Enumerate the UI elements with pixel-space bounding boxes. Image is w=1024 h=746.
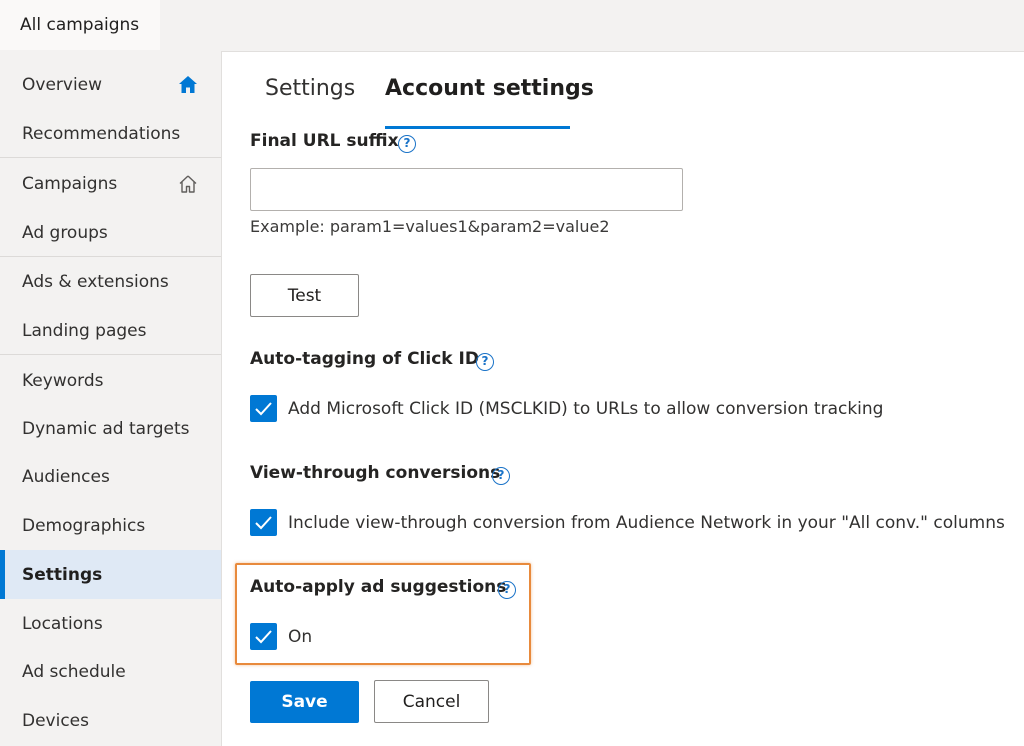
nav-divider (0, 157, 221, 158)
sidebar-item-label: Landing pages (22, 320, 147, 341)
sidebar-item-devices[interactable]: Devices (0, 696, 221, 745)
view-through-label: View-through conversions (250, 463, 501, 483)
cancel-button-label: Cancel (402, 691, 461, 712)
scope-label: All campaigns (20, 15, 140, 35)
top-bar: All campaigns (0, 0, 1024, 52)
sidebar-item-label: Recommendations (22, 123, 181, 144)
checkmark-icon (255, 516, 272, 530)
view-through-checkbox-label: Include view-through conversion from Aud… (288, 513, 1005, 533)
help-icon[interactable]: ? (498, 581, 516, 599)
sidebar-item-label: Audiences (22, 466, 110, 487)
sidebar-item-dynamic-ad-targets[interactable]: Dynamic ad targets (0, 404, 221, 453)
final-url-suffix-input[interactable] (250, 168, 683, 211)
test-button-label: Test (287, 285, 322, 306)
sidebar-item-demographics[interactable]: Demographics (0, 501, 221, 550)
final-url-suffix-example: Example: param1=values1&param2=value2 (250, 217, 610, 236)
sidebar-item-label: Settings (22, 564, 103, 585)
auto-apply-checkbox[interactable] (250, 623, 277, 650)
active-tab-indicator (385, 126, 570, 129)
account-scope-selector[interactable]: All campaigns (0, 0, 160, 50)
sidebar-item-keywords[interactable]: Keywords (0, 356, 221, 405)
checkmark-icon (255, 402, 272, 416)
sidebar-item-locations[interactable]: Locations (0, 599, 221, 648)
sidebar-item-label: Dynamic ad targets (22, 418, 190, 439)
sidebar-item-ad-schedule[interactable]: Ad schedule (0, 647, 221, 696)
checkmark-icon (255, 630, 272, 644)
nav-divider (0, 354, 221, 355)
sidebar-item-label: Devices (22, 710, 89, 731)
auto-tagging-checkbox-label: Add Microsoft Click ID (MSCLKID) to URLs… (288, 399, 884, 419)
cancel-button[interactable]: Cancel (374, 680, 489, 723)
sidebar-item-overview[interactable]: Overview (0, 60, 221, 109)
sidebar-item-recommendations[interactable]: Recommendations (0, 109, 221, 158)
save-button[interactable]: Save (250, 681, 359, 723)
auto-tagging-checkbox[interactable] (250, 395, 277, 422)
final-url-suffix-label: Final URL suffix (250, 131, 399, 151)
test-button[interactable]: Test (250, 274, 359, 317)
view-through-checkbox[interactable] (250, 509, 277, 536)
sidebar-item-label: Demographics (22, 515, 146, 536)
tab-settings[interactable]: Settings (265, 76, 355, 101)
sidebar-item-landing-pages[interactable]: Landing pages (0, 306, 221, 355)
sidebar-item-label: Keywords (22, 370, 104, 391)
sidebar-item-label: Overview (22, 74, 103, 95)
help-icon[interactable]: ? (476, 353, 494, 371)
sidebar-item-label: Locations (22, 613, 103, 634)
sidebar-item-label: Campaigns (22, 173, 118, 194)
sidebar-item-label: Ads & extensions (22, 271, 169, 292)
sidebar-item-ad-groups[interactable]: Ad groups (0, 208, 221, 257)
auto-apply-checkbox-label: On (288, 627, 313, 647)
sidebar-item-ads-extensions[interactable]: Ads & extensions (0, 257, 221, 306)
sidebar-item-label: Ad groups (22, 222, 108, 243)
home-filled-icon[interactable] (177, 74, 199, 96)
save-button-label: Save (281, 692, 328, 712)
home-outline-icon[interactable] (177, 173, 199, 195)
tab-account-settings[interactable]: Account settings (385, 76, 594, 101)
help-icon[interactable]: ? (398, 135, 416, 153)
help-icon[interactable]: ? (492, 467, 510, 485)
sidebar-item-audiences[interactable]: Audiences (0, 452, 221, 501)
sidebar-item-settings[interactable]: Settings (0, 550, 221, 599)
auto-tagging-label: Auto-tagging of Click ID (250, 349, 479, 369)
sidebar-item-campaigns[interactable]: Campaigns (0, 159, 221, 208)
sidebar-item-label: Ad schedule (22, 661, 126, 682)
sidebar-nav: Overview Recommendations Campaigns Ad gr… (0, 51, 222, 746)
auto-apply-label: Auto-apply ad suggestions (250, 577, 507, 597)
